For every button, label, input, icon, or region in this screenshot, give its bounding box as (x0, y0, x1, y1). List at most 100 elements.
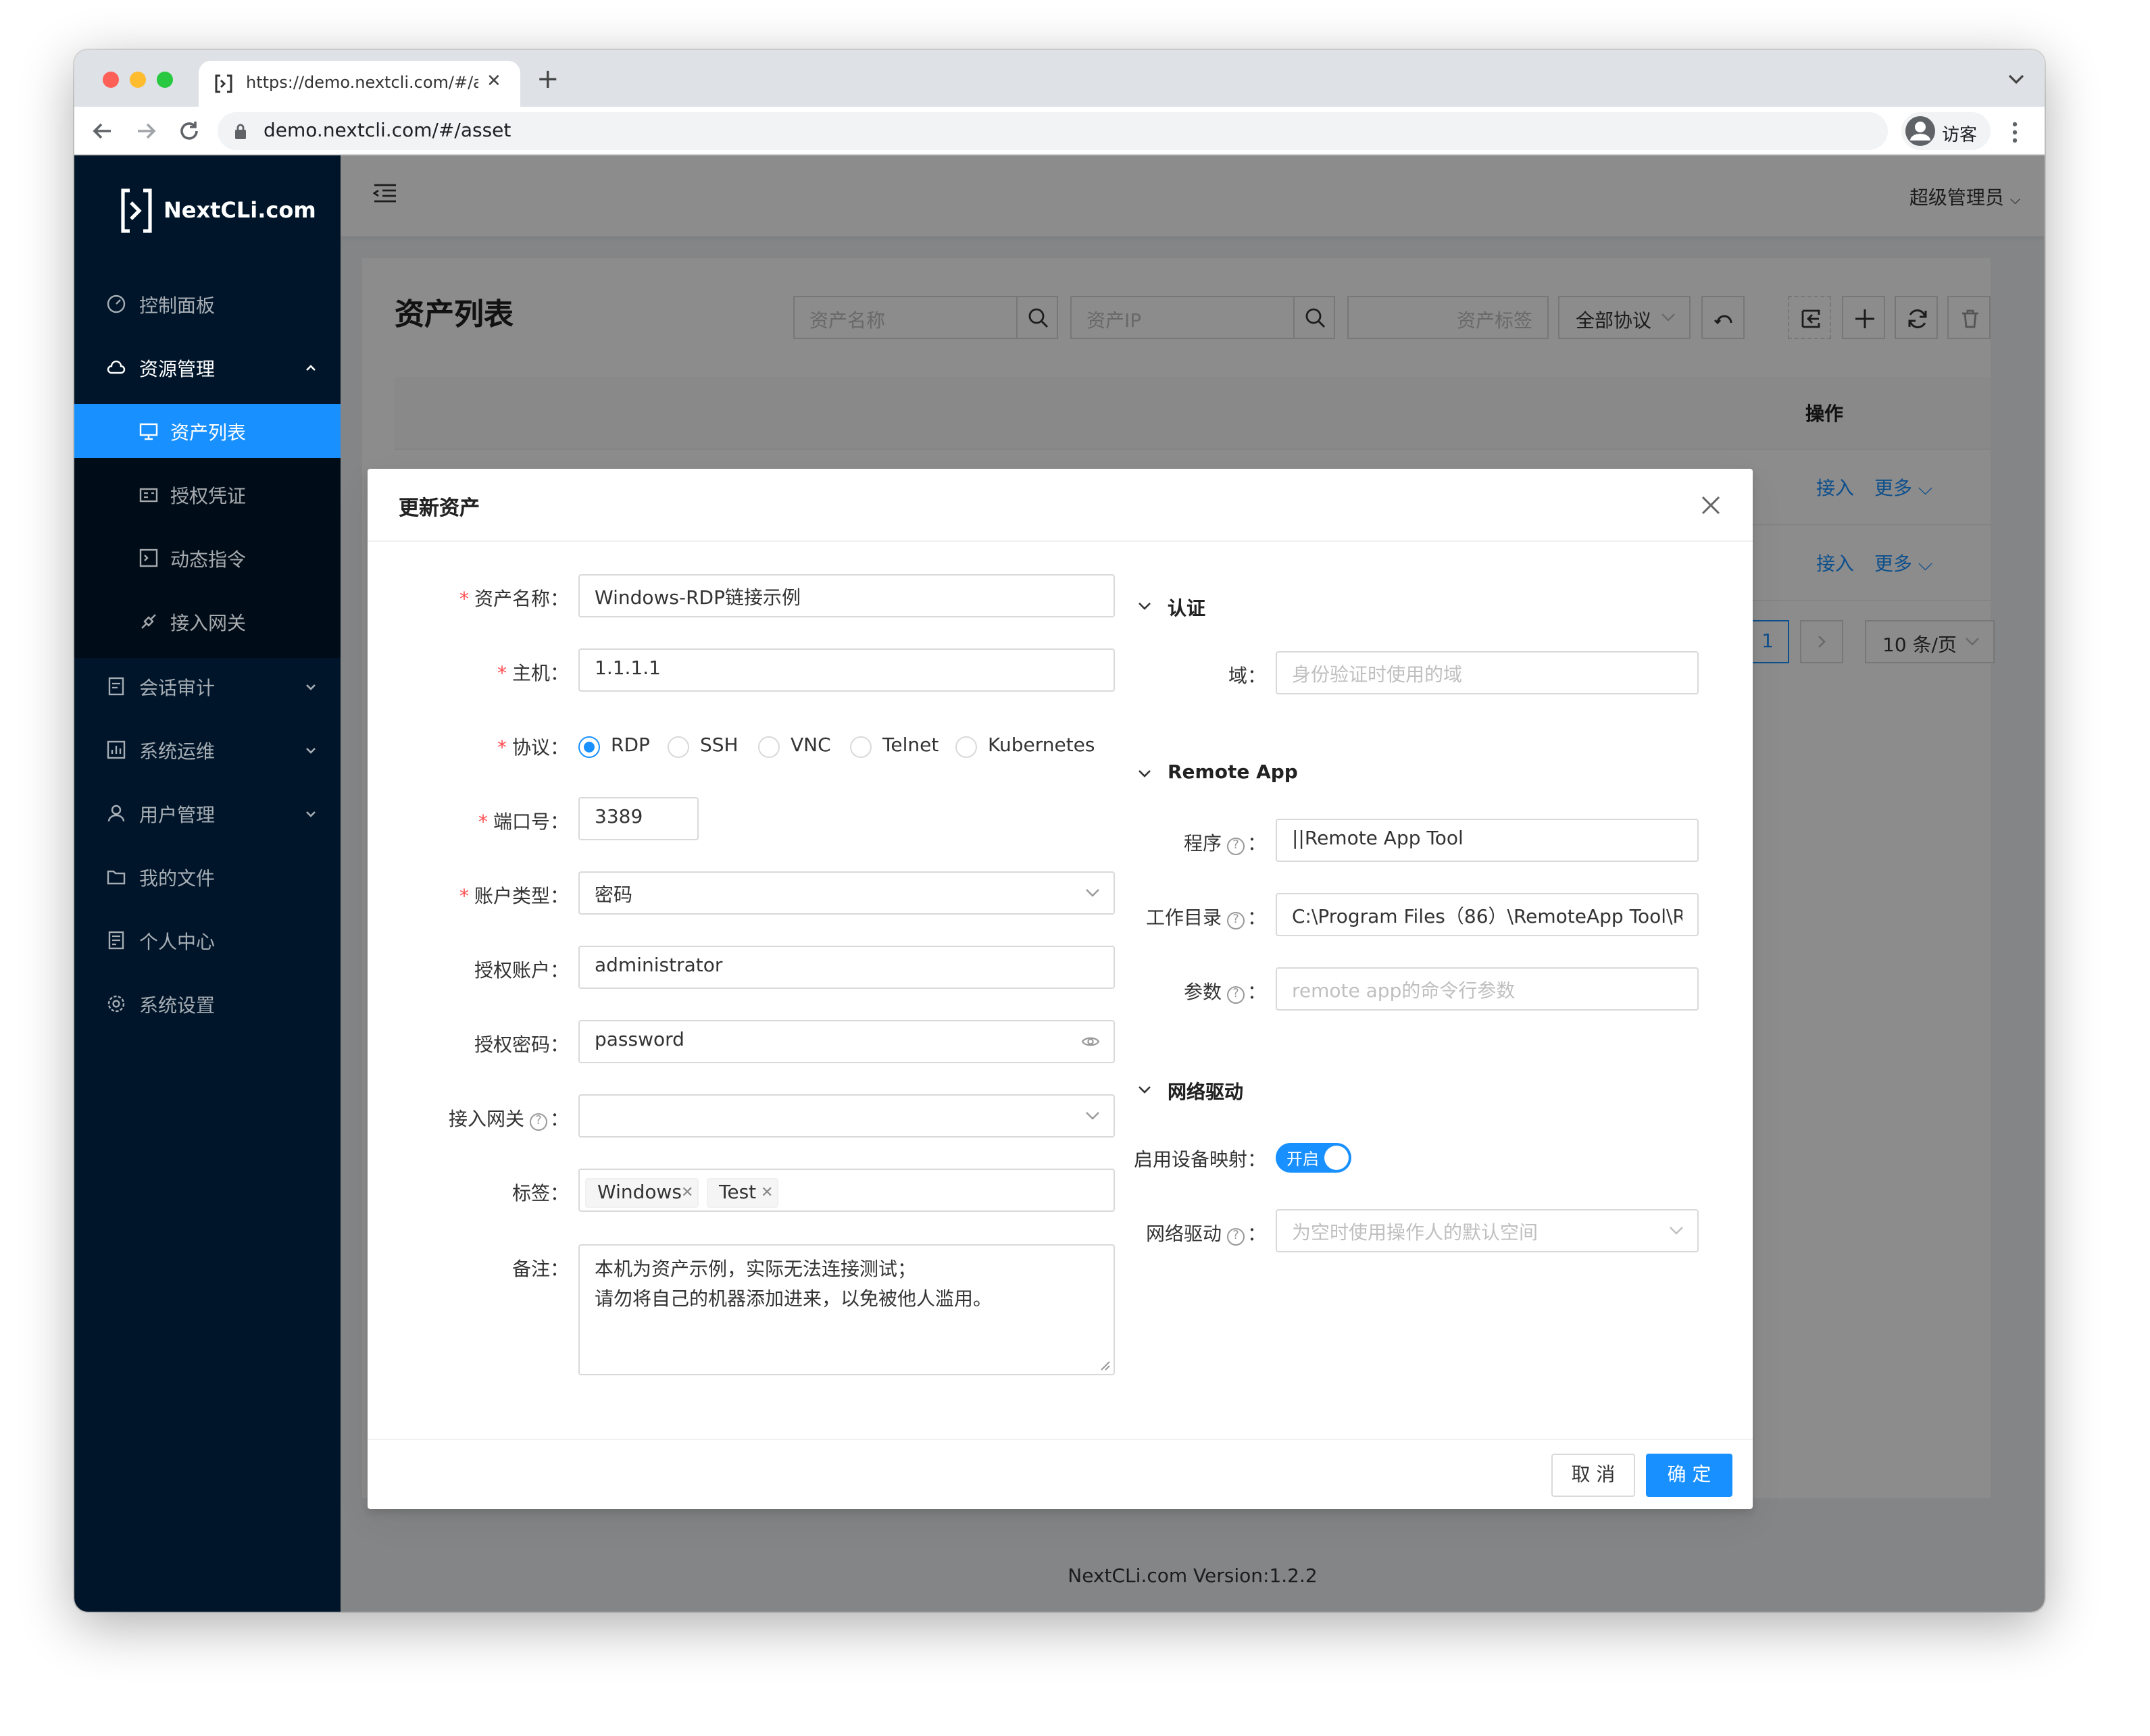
audit-icon (108, 677, 124, 696)
sidebar-item-my-files[interactable]: 我的文件 (74, 850, 341, 904)
modal-title: 更新资产 (399, 496, 480, 520)
domain-placeholder: 身份验证时使用的域 (1292, 665, 1462, 686)
args-placeholder: remote app的命令行参数 (1292, 981, 1516, 1002)
logo[interactable]: NextCLi.com (120, 188, 316, 234)
sidebar-item-commands[interactable]: 动态指令 (74, 531, 341, 585)
program-input[interactable]: ||Remote App Tool (1276, 819, 1699, 862)
enable-drive-switch[interactable]: 开启 (1276, 1143, 1351, 1173)
help-icon[interactable]: ? (1227, 838, 1245, 855)
description-line: 本机为资产示例，实际无法连接测试； (595, 1259, 916, 1281)
username-label-text: 授权账户 (474, 961, 550, 982)
browser-menu-icon[interactable] (2004, 120, 2026, 145)
chevron-down-icon (306, 684, 316, 690)
gateway-label: 接入网关?： (449, 1109, 569, 1131)
resize-handle-icon[interactable] (1100, 1360, 1111, 1371)
switch-text: 开启 (1286, 1150, 1320, 1169)
radio-label: VNC (791, 735, 831, 757)
sidebar-item-credentials[interactable]: 授权凭证 (74, 467, 341, 521)
sidebar-item-label: 我的文件 (139, 869, 215, 890)
section-title: 认证 (1168, 598, 1205, 620)
account-type-value: 密码 (595, 885, 632, 907)
ops-icon (107, 740, 126, 759)
radio-circle (850, 736, 872, 758)
eye-icon[interactable] (1081, 1035, 1100, 1048)
chevron-down-icon (1139, 770, 1151, 777)
radio-circle (578, 736, 600, 758)
drive-select[interactable]: 为空时使用操作人的默认空间 (1276, 1209, 1699, 1252)
tag-test: Test ✕ (707, 1178, 778, 1208)
port-value: 3389 (595, 807, 643, 828)
radio-circle (668, 736, 689, 758)
port-label: * 端口号： (478, 812, 569, 834)
chevron-down-icon (1086, 889, 1099, 897)
close-icon[interactable] (1696, 490, 1726, 520)
forward-icon[interactable] (134, 119, 158, 143)
sidebar-item-session-audit[interactable]: 会话审计 (74, 659, 341, 713)
port-input[interactable]: 3389 (578, 797, 699, 840)
minimize-window-button[interactable] (130, 72, 146, 88)
description-label-text: 备注 (512, 1259, 550, 1281)
gateway-select[interactable] (578, 1094, 1115, 1138)
asset-name-input[interactable]: Windows-RDP链接示例 (578, 574, 1115, 617)
cancel-button[interactable]: 取 消 (1551, 1454, 1635, 1497)
new-tab-button[interactable]: + (536, 65, 559, 92)
workdir-input[interactable]: C:\Program Files（86）\RemoteApp Tool\Remo… (1276, 893, 1699, 936)
host-input[interactable]: 1.1.1.1 (578, 648, 1115, 692)
description-textarea[interactable]: 本机为资产示例，实际无法连接测试； 请勿将自己的机器添加进来，以免被他人滥用。 (578, 1244, 1115, 1375)
sidebar-item-resources[interactable]: 资源管理 (74, 340, 341, 394)
sidebar-item-label: 接入网关 (170, 613, 246, 635)
chevron-down-icon (306, 748, 316, 754)
tag-close-icon[interactable]: ✕ (761, 1183, 773, 1201)
close-tab-icon[interactable]: ✕ (486, 72, 501, 92)
sidebar-item-label: 系统运维 (139, 742, 215, 763)
help-icon[interactable]: ? (530, 1113, 547, 1131)
reload-icon[interactable] (177, 119, 201, 143)
sidebar-item-ops[interactable]: 系统运维 (74, 723, 341, 777)
address-bar[interactable]: demo.nextcli.com/#/asset (218, 112, 1888, 150)
radio-circle (955, 736, 977, 758)
avatar-icon (1905, 116, 1935, 146)
profile-button[interactable]: 访客 (1901, 112, 1991, 150)
tags-label-text: 标签 (512, 1183, 550, 1205)
sidebar-item-asset-list[interactable]: 资产列表 (74, 404, 341, 458)
tags-select[interactable]: Windows ✕ Test ✕ (578, 1169, 1115, 1212)
name-label: * 资产名称： (459, 589, 569, 611)
sidebar-item-gateways[interactable]: 接入网关 (74, 594, 341, 648)
help-icon[interactable]: ? (1227, 912, 1245, 929)
name-label-text: 资产名称 (474, 589, 550, 611)
sidebar-item-label: 用户管理 (139, 805, 215, 827)
radio-label: RDP (611, 735, 650, 757)
sidebar-item-users[interactable]: 用户管理 (74, 786, 341, 840)
args-input[interactable]: remote app的命令行参数 (1276, 967, 1699, 1011)
update-asset-modal: 更新资产 * 资产名称： Windows-RDP链接示例 * 主机： 1.1.1.1… (368, 469, 1753, 1509)
app-root: NextCLi.com 控制面板 资源管理 资产列表 授权凭证 动态指令 接入网… (74, 155, 2045, 1612)
radio-label: Kubernetes (988, 735, 1095, 757)
account-type-select[interactable]: 密码 (578, 871, 1115, 915)
user-icon (107, 805, 125, 822)
program-value: ||Remote App Tool (1292, 828, 1464, 850)
domain-input[interactable]: 身份验证时使用的域 (1276, 651, 1699, 694)
args-label-text: 参数 (1184, 982, 1222, 1004)
close-window-button[interactable] (103, 72, 119, 88)
host-value: 1.1.1.1 (595, 658, 661, 680)
sidebar-item-label: 授权凭证 (170, 486, 246, 508)
username-label: 授权账户： (474, 961, 569, 982)
tag-close-icon[interactable]: ✕ (681, 1183, 693, 1201)
sidebar-item-settings[interactable]: 系统设置 (74, 977, 341, 1031)
username-input[interactable]: administrator (578, 946, 1115, 989)
tab-search-chevron-icon[interactable] (2007, 69, 2026, 88)
back-icon[interactable] (91, 119, 115, 143)
enable-drive-label: 启用设备映射： (1134, 1150, 1266, 1171)
chevron-down-icon (1139, 603, 1151, 610)
chevron-down-icon (1670, 1227, 1683, 1235)
help-icon[interactable]: ? (1227, 1228, 1245, 1246)
host-label-text: 主机 (512, 663, 550, 685)
maximize-window-button[interactable] (157, 72, 173, 88)
setting-icon (107, 995, 125, 1013)
browser-tab[interactable]: https://demo.nextcli.com/#/asset ✕ (199, 61, 520, 107)
sidebar-item-profile[interactable]: 个人中心 (74, 913, 341, 967)
help-icon[interactable]: ? (1227, 986, 1245, 1004)
sidebar-item-dashboard[interactable]: 控制面板 (74, 277, 341, 331)
confirm-button[interactable]: 确 定 (1646, 1454, 1732, 1497)
password-input[interactable]: password (578, 1020, 1115, 1063)
